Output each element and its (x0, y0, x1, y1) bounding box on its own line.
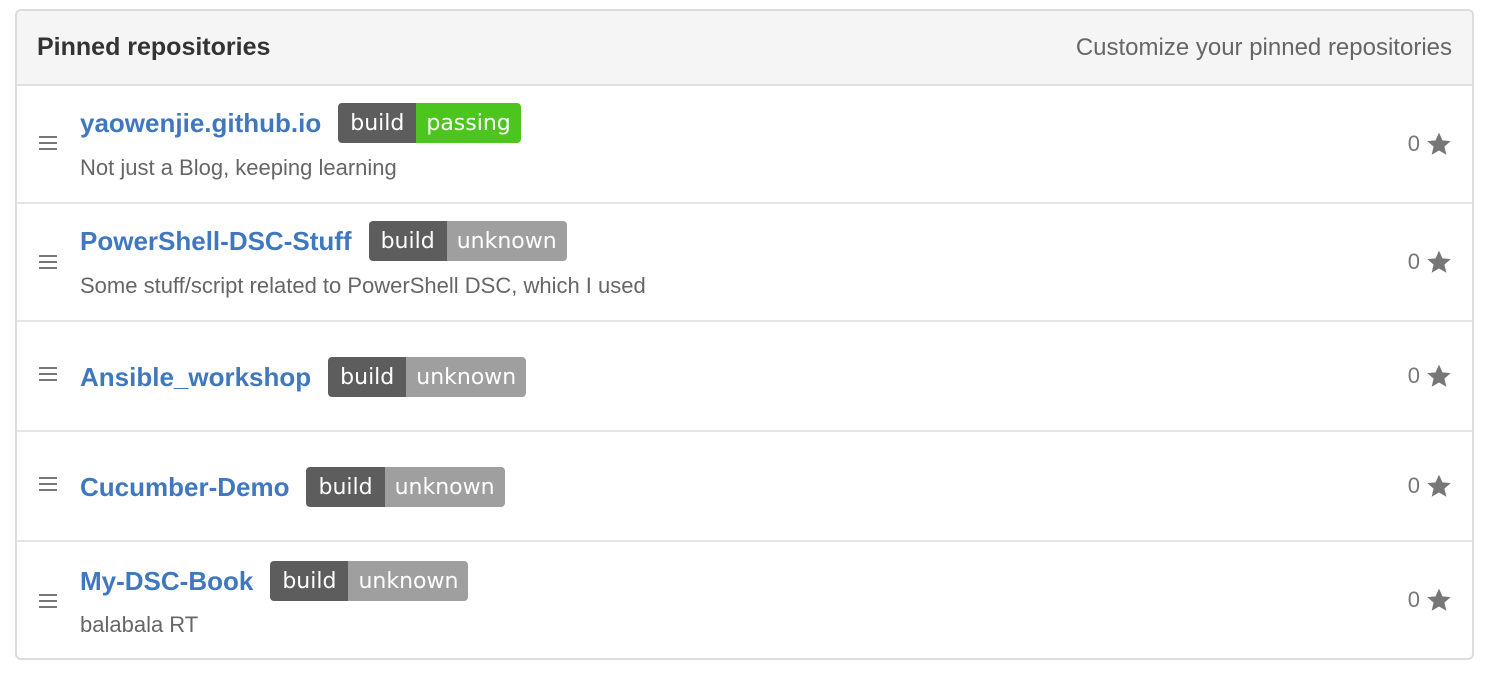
repo-title-line: Cucumber-Demo build unknown (80, 467, 505, 507)
panel-title: Pinned repositories (37, 33, 271, 61)
star-icon (1427, 132, 1451, 155)
badge-label: build (338, 103, 417, 143)
repo-list: yaowenjie.github.io build passing Not ju… (17, 86, 1472, 658)
repo-row: Cucumber-Demo build unknown 0 (17, 432, 1472, 542)
star-count-value: 0 (1407, 587, 1420, 612)
panel-header: Pinned repositories Customize your pinne… (17, 11, 1472, 86)
badge-status: unknown (348, 561, 469, 601)
star-count[interactable]: 0 (1408, 249, 1452, 275)
customize-pins-link[interactable]: Customize your pinned repositories (1076, 34, 1452, 62)
repo-row: My-DSC-Book build unknown balabala RT 0 (17, 542, 1472, 658)
star-count-value: 0 (1407, 249, 1420, 274)
badge-label: build (368, 221, 447, 261)
build-status-badge[interactable]: build unknown (328, 357, 527, 397)
badge-status: unknown (406, 357, 527, 397)
repo-description: Some stuff/script related to PowerShell … (80, 273, 646, 298)
repo-name-link[interactable]: Ansible_workshop (80, 362, 311, 393)
repo-row: PowerShell-DSC-Stuff build unknown Some … (17, 204, 1472, 322)
repo-title-line: yaowenjie.github.io build passing (80, 103, 521, 143)
build-status-badge[interactable]: build unknown (306, 467, 505, 507)
repo-row: Ansible_workshop build unknown 0 (17, 322, 1472, 432)
badge-label: build (328, 357, 407, 397)
pinned-repositories-panel: Pinned repositories Customize your pinne… (15, 9, 1474, 660)
repo-name-link[interactable]: My-DSC-Book (80, 566, 253, 597)
build-status-badge[interactable]: build passing (338, 103, 521, 143)
badge-label: build (270, 561, 349, 601)
star-icon (1427, 474, 1451, 497)
badge-status: unknown (446, 221, 567, 261)
repo-name-link[interactable]: Cucumber-Demo (80, 472, 289, 503)
repo-title-line: Ansible_workshop build unknown (80, 357, 527, 397)
build-status-badge[interactable]: build unknown (270, 561, 469, 601)
repo-name-link[interactable]: PowerShell-DSC-Stuff (80, 226, 352, 257)
drag-handle-icon[interactable] (39, 477, 57, 491)
repo-title-line: My-DSC-Book build unknown (80, 561, 469, 601)
repo-description: Not just a Blog, keeping learning (80, 155, 397, 180)
drag-handle-icon[interactable] (39, 594, 57, 608)
badge-status: unknown (384, 467, 505, 507)
star-count[interactable]: 0 (1408, 131, 1452, 157)
repo-description: balabala RT (80, 612, 199, 637)
badge-label: build (306, 467, 385, 507)
star-icon (1427, 588, 1451, 611)
drag-handle-icon[interactable] (39, 367, 57, 381)
star-icon (1427, 250, 1451, 273)
star-count[interactable]: 0 (1408, 363, 1452, 389)
repo-title-line: PowerShell-DSC-Stuff build unknown (80, 221, 567, 261)
star-icon (1427, 364, 1451, 387)
star-count-value: 0 (1407, 131, 1420, 156)
repo-row: yaowenjie.github.io build passing Not ju… (17, 86, 1472, 204)
star-count[interactable]: 0 (1408, 473, 1452, 499)
repo-name-link[interactable]: yaowenjie.github.io (80, 108, 321, 139)
star-count-value: 0 (1407, 363, 1420, 388)
build-status-badge[interactable]: build unknown (368, 221, 567, 261)
drag-handle-icon[interactable] (39, 255, 57, 269)
drag-handle-icon[interactable] (39, 136, 57, 150)
badge-status: passing (416, 103, 521, 143)
star-count[interactable]: 0 (1408, 587, 1452, 613)
star-count-value: 0 (1407, 473, 1420, 498)
